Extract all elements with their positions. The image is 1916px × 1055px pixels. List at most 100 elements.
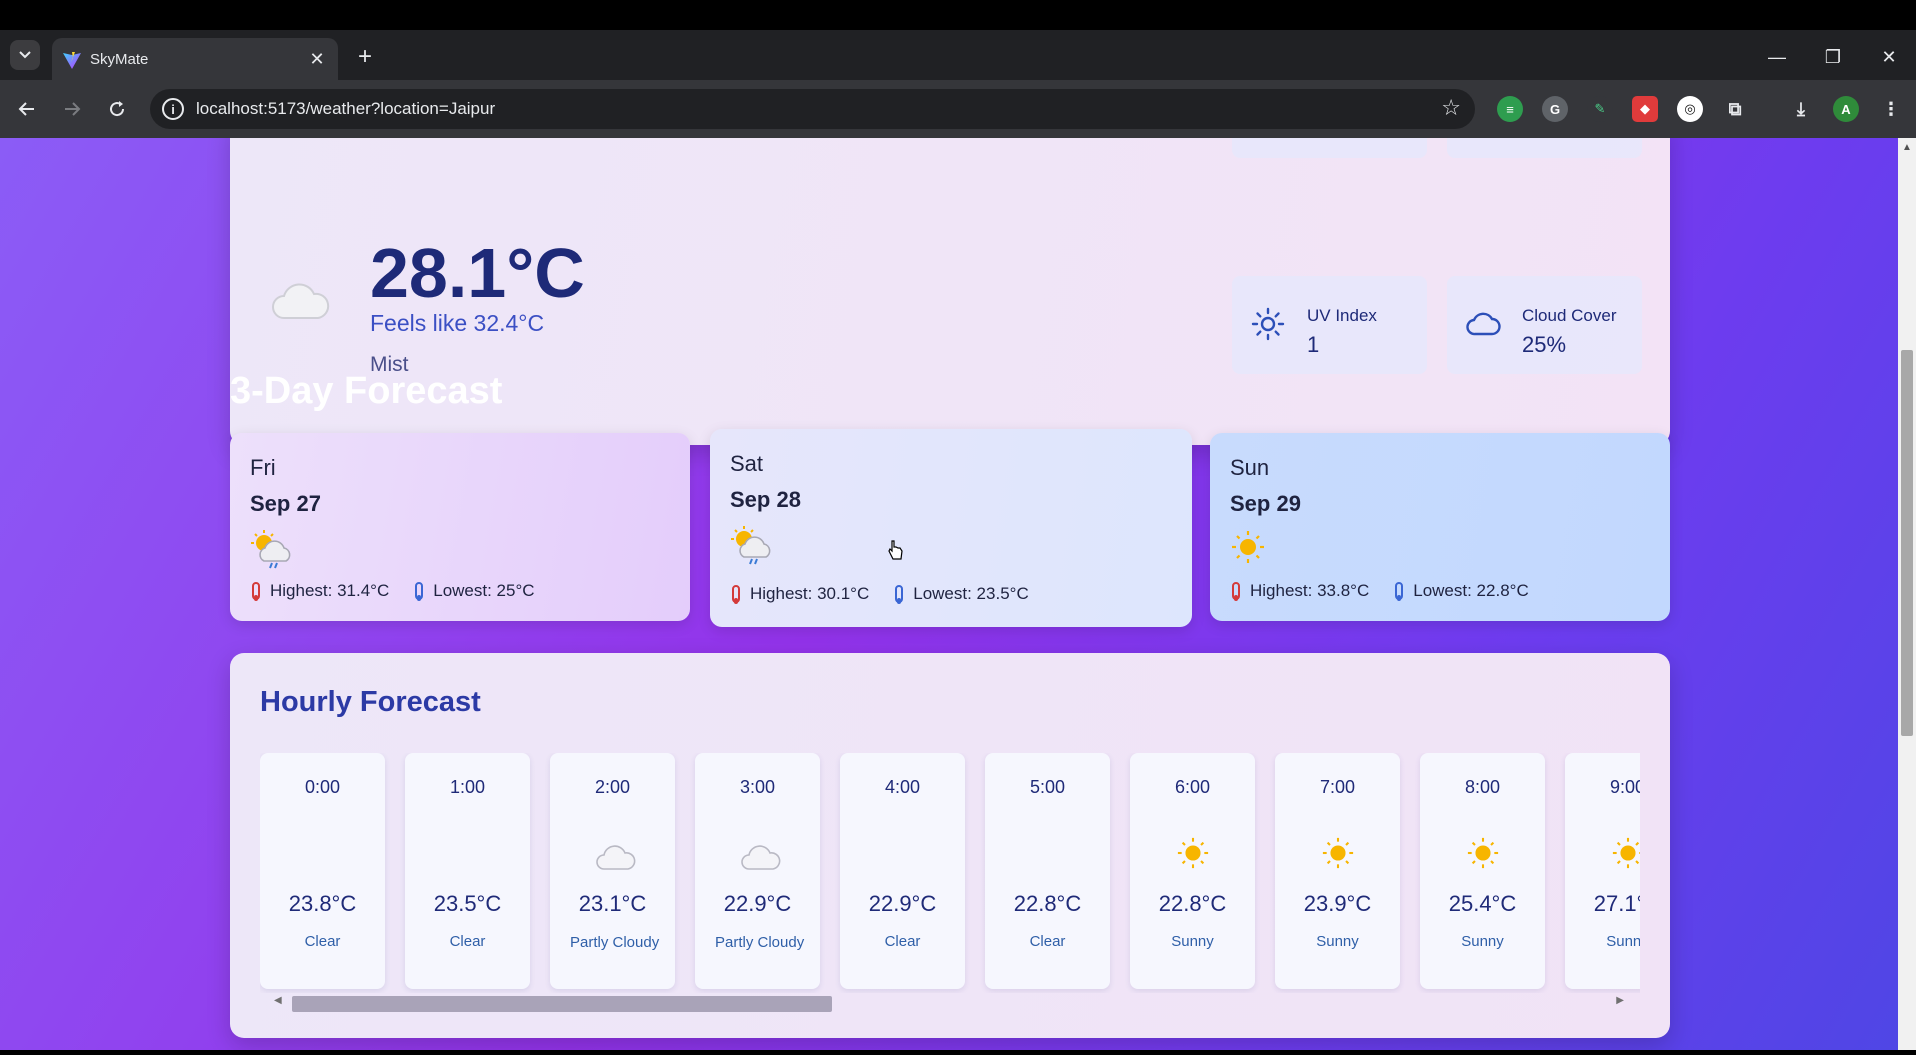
stat-card-top-left [1232, 138, 1427, 158]
tab-title: SkyMate [90, 51, 149, 68]
thermometer-hot-icon [1232, 582, 1240, 601]
moon-icon [260, 833, 385, 873]
sun-icon [1420, 833, 1545, 873]
highest-temp: Highest: 33.8°C [1250, 581, 1370, 600]
day-name: Sat [730, 451, 764, 476]
sun-cloud-rain-icon [731, 526, 771, 565]
extensions-puzzle-icon[interactable]: ⧉ [1722, 96, 1748, 122]
extension-sheets-icon[interactable]: ≡ [1497, 96, 1523, 122]
hourly-card: 5:00 22.8°C Clear [985, 753, 1110, 989]
extension-leaf-icon[interactable]: ✎ [1587, 96, 1613, 122]
scroll-up-arrow-icon[interactable]: ▲ [1902, 142, 1912, 153]
hourly-card: 7:00 23.9°C Sunny [1275, 753, 1400, 989]
hour-condition: Sunny [1316, 933, 1359, 950]
hour-condition: Partly Cloudy [715, 934, 805, 951]
thermometer-hot-icon [252, 582, 260, 601]
site-info-icon[interactable]: i [162, 98, 184, 120]
tab-strip: SkyMate ✕ + — ❐ ✕ [0, 30, 1916, 80]
hour-time: 2:00 [594, 777, 631, 797]
extension-red-icon[interactable]: ◆ [1632, 96, 1658, 122]
three-day-forecast-title: 3-Day Forecast [230, 370, 503, 412]
lowest-temp: Lowest: 25°C [433, 581, 535, 600]
minimize-button[interactable]: — [1762, 44, 1792, 70]
profile-avatar[interactable]: A [1833, 96, 1859, 122]
back-button[interactable] [12, 94, 42, 124]
sun-icon [1130, 833, 1255, 873]
thermometer-cold-icon [1395, 582, 1404, 601]
hour-time: 4:00 [884, 777, 921, 797]
day-date: Sep 29 [1230, 491, 1301, 516]
cloud-cover-card: Cloud Cover 25% [1447, 276, 1642, 374]
hourly-card: 6:00 22.8°C Sunny [1130, 753, 1255, 989]
thermometer-cold-icon [895, 585, 904, 604]
hour-time: 3:00 [739, 777, 776, 797]
screen-bottom-bar [0, 1050, 1916, 1055]
browser-tab-skymate[interactable]: SkyMate ✕ [52, 38, 338, 80]
sun-icon [1232, 531, 1264, 563]
cloud-cover-label: Cloud Cover [1522, 306, 1617, 325]
hour-condition: Clear [304, 933, 341, 950]
hand-cursor-icon [888, 540, 903, 560]
hour-temperature: 25.4°C [1448, 891, 1517, 916]
page-vertical-scrollbar[interactable]: ▲ [1898, 138, 1916, 1055]
moon-icon [405, 833, 530, 873]
extension-mask-icon[interactable]: ◎ [1677, 96, 1703, 122]
forward-button[interactable] [57, 94, 87, 124]
sun-icon [1251, 307, 1285, 341]
uv-index-card: UV Index 1 [1232, 276, 1427, 374]
day-name: Sun [1230, 455, 1270, 480]
lowest-temp: Lowest: 22.8°C [1413, 581, 1529, 600]
forecast-day-card[interactable]: Fri Sep 27 Highest: 31.4°C Lowest: 25°C [230, 433, 690, 621]
uv-index-label: UV Index [1307, 306, 1377, 325]
day-name: Fri [250, 455, 276, 480]
lowest-temp: Lowest: 23.5°C [913, 584, 1029, 603]
hourly-horizontal-scrollbar[interactable]: ◀ ▶ [270, 993, 1630, 1012]
browser-menu-icon[interactable]: ⋮ [1878, 96, 1904, 122]
stat-card-top-right [1447, 138, 1642, 158]
feels-like-text: Feels like 32.4°C [370, 310, 545, 336]
moon-icon [985, 833, 1110, 873]
new-tab-button[interactable]: + [352, 43, 378, 70]
cloud-cover-value: 25% [1522, 332, 1567, 357]
scroll-left-arrow-icon[interactable]: ◀ [274, 995, 282, 1006]
hourly-card: 2:00 23.1°C Partly Cloudy [550, 753, 675, 989]
browser-toolbar: i localhost:5173/weather?location=Jaipur… [0, 80, 1916, 138]
hourly-card: 8:00 25.4°C Sunny [1420, 753, 1545, 989]
hour-temperature: 23.8°C [288, 891, 357, 916]
hourly-scrollbar-thumb[interactable] [292, 996, 832, 1012]
day-date: Sep 28 [730, 487, 801, 512]
reload-icon [110, 101, 125, 117]
reload-button[interactable] [102, 94, 132, 124]
uv-index-value: 1 [1307, 332, 1320, 357]
hourly-scroll-area[interactable]: 0:00 23.8°C Clear 1:00 23.5°C Clear 2:00 23.1°C… [260, 753, 1640, 993]
url-text[interactable]: localhost:5173/weather?location=Jaipur [196, 99, 495, 119]
cloud-icon [1466, 312, 1501, 336]
address-bar[interactable]: i localhost:5173/weather?location=Jaipur… [150, 89, 1475, 129]
page-viewport: 28.1°C Feels like 32.4°C Mist UV Index 1 [0, 138, 1898, 1055]
restore-button[interactable]: ❐ [1818, 44, 1848, 70]
download-icon[interactable]: ⤓ [1788, 96, 1814, 122]
bookmark-star-icon[interactable]: ☆ [1441, 95, 1461, 121]
hour-temperature: 22.9°C [868, 891, 937, 916]
page-scrollbar-thumb[interactable] [1901, 350, 1913, 736]
day-temperatures: Highest: 31.4°C Lowest: 25°C [252, 581, 535, 601]
hour-time: 5:00 [1029, 777, 1066, 797]
hour-condition: Clear [449, 933, 486, 950]
moon-cloud-icon [550, 833, 675, 873]
close-window-button[interactable]: ✕ [1874, 44, 1904, 70]
hour-condition: Clear [1029, 933, 1066, 950]
day-temperatures: Highest: 30.1°C Lowest: 23.5°C [732, 584, 1029, 604]
current-temperature: 28.1°C [370, 234, 585, 312]
hour-time: 0:00 [304, 777, 341, 797]
tab-search-button[interactable] [10, 40, 40, 70]
scroll-right-arrow-icon[interactable]: ▶ [1616, 995, 1624, 1006]
hourly-card: 0:00 23.8°C Clear [260, 753, 385, 989]
extension-grammarly-icon[interactable]: G [1542, 96, 1568, 122]
close-tab-icon[interactable]: ✕ [306, 48, 328, 70]
forecast-day-card[interactable]: Sat Sep 28 Highest: 30.1°C Lowest: 23.5°… [710, 429, 1192, 627]
hour-temperature: 23.1°C [578, 891, 647, 916]
hour-temperature: 23.5°C [433, 891, 502, 916]
hourly-card: 4:00 22.9°C Clear [840, 753, 965, 989]
forecast-day-card[interactable]: Sun Sep 29 Highest: 33.8°C Lowest: 22.8°… [1210, 433, 1670, 621]
hour-temperature: 22.9°C [723, 891, 792, 916]
